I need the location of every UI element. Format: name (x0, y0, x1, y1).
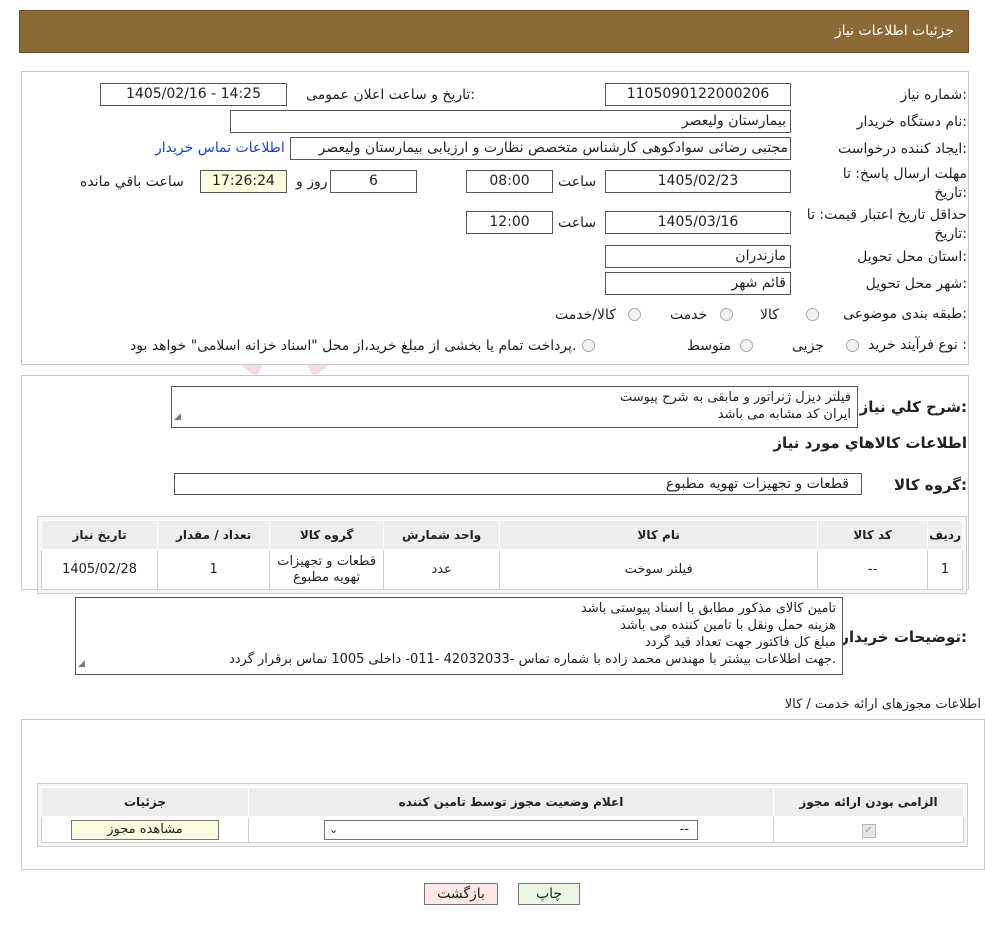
col-unit: واحد شمارش (383, 520, 501, 550)
deadline-date-field: 1405/02/23 (605, 170, 791, 193)
cell-row: 1 (927, 549, 963, 590)
cell-group: قطعات و تجهیزات تهویه مطبوع (269, 549, 385, 590)
goods-table-wrapper: ردیف کد کالا نام کالا واحد شمارش گروه کا… (37, 516, 967, 594)
deadline-label: مهلت ارسال پاسخ: تا تاریخ: (842, 166, 967, 201)
permits-table-wrapper: الزامی بودن ارائه مجوز اعلام وضعیت مجوز … (37, 783, 968, 847)
buyer-notes-textarea[interactable]: تامین کالای مذکور مطابق با اسناد پیوستی … (75, 597, 843, 675)
announce-date-field: 1405/02/16 - 14:25 (100, 83, 287, 106)
cell-name: فیلتر سوخت (499, 549, 819, 590)
process-medium-radio[interactable] (740, 339, 753, 352)
notes-line-1: تامین کالای مذکور مطابق با اسناد پیوستی … (580, 601, 836, 616)
description-label: شرح کلي نياز: (859, 398, 967, 416)
city-field: قائم شهر (605, 272, 791, 295)
permit-status-value: -- (679, 821, 689, 837)
need-number-field: 1105090122000206 (605, 83, 791, 106)
col-row: ردیف (927, 520, 963, 550)
col-permit-details: جزئیات (41, 787, 249, 817)
view-permit-button[interactable]: مشاهده مجوز (71, 819, 219, 840)
province-field: مازندران (605, 245, 791, 268)
creator-field: مجتبی رضائی سوادکوهی کارشناس متخصص نظارت… (290, 137, 791, 160)
buyer-name-field: بیمارستان ولیعصر (230, 110, 791, 133)
process-option-medium[interactable]: متوسط (687, 338, 731, 354)
goods-table-header: ردیف کد کالا نام کالا واحد شمارش گروه کا… (40, 520, 963, 550)
view-permit-label: مشاهده مجوز (107, 821, 183, 837)
city-label: شهر محل تحویل: (865, 276, 967, 292)
buyer-notes-label: توضیحات خریدار: (840, 628, 967, 646)
resize-grip-icon[interactable]: ◢ (78, 656, 85, 673)
process-type-label: نوع فرآیند خرید : (868, 337, 967, 353)
category-option-goods[interactable]: کالا (760, 307, 779, 323)
col-permit-status: اعلام وضعیت مجوز توسط تامین کننده (248, 787, 774, 817)
cell-permit-required: ✓ (773, 816, 964, 843)
need-number-label: شماره نیاز: (900, 87, 967, 103)
process-note-radio[interactable] (582, 339, 595, 352)
required-checkbox[interactable]: ✓ (861, 823, 876, 838)
permits-table: الزامی بودن ارائه مجوز اعلام وضعیت مجوز … (41, 787, 964, 843)
description-textarea[interactable]: فیلتر دیزل ژنراتور و مابقی به شرح پیوست … (171, 386, 858, 428)
deadline-time-field: 08:00 (466, 170, 553, 193)
table-row: ✓ -- ⌄ مشاهده مجوز (41, 816, 964, 843)
col-qty: تعداد / مقدار (157, 520, 271, 550)
remaining-days-field: 6 (330, 170, 417, 193)
print-button[interactable]: چاپ (518, 883, 580, 905)
col-name: نام کالا (499, 520, 819, 550)
validity-time-field: 12:00 (466, 211, 553, 234)
province-label: استان محل تحویل: (857, 249, 967, 265)
category-goods-radio[interactable] (806, 308, 819, 321)
page-title: جزئیات اطلاعات نیاز (834, 23, 954, 39)
buyer-name-label: نام دستگاه خریدار: (856, 114, 967, 130)
col-permit-required: الزامی بودن ارائه مجوز (773, 787, 964, 817)
category-option-service[interactable]: خدمت (670, 307, 707, 323)
notes-line-3: مبلغ کل فاکتور جهت تعداد قید گردد (644, 635, 836, 650)
validity-time-label: ساعت (558, 215, 597, 231)
back-button-label: بازگشت (437, 886, 485, 902)
cell-unit: عدد (383, 549, 501, 590)
cell-code: -- (817, 549, 929, 590)
goods-group-field: قطعات و تجهیزات تهویه مطبوع (174, 473, 862, 495)
process-note: پرداخت تمام یا بخشی از مبلغ خرید،از محل … (130, 338, 577, 354)
announce-date-label: تاریخ و ساعت اعلان عمومی: (306, 87, 475, 103)
notes-line-2: هزینه حمل ونقل با تامین کننده می باشد (620, 618, 836, 633)
col-group: گروه کالا (269, 520, 385, 550)
description-line-1: فیلتر دیزل ژنراتور و مابقی به شرح پیوست (620, 390, 851, 405)
permit-status-select[interactable]: -- ⌄ (324, 819, 698, 840)
back-button[interactable]: بازگشت (424, 883, 498, 905)
col-code: کد کالا (817, 520, 929, 550)
cell-qty: 1 (157, 549, 271, 590)
remaining-time-label: ساعت باقي مانده (80, 174, 184, 190)
goods-table: ردیف کد کالا نام کالا واحد شمارش گروه کا… (40, 520, 963, 590)
validity-label: حداقل تاریخ اعتبار قیمت: تا تاریخ: (806, 207, 967, 242)
days-label: روز و (296, 174, 328, 190)
chevron-down-icon: ⌄ (329, 822, 339, 836)
cell-date: 1405/02/28 (40, 549, 159, 590)
category-goods-service-radio[interactable] (628, 308, 641, 321)
process-option-minor[interactable]: جزیی (792, 338, 824, 354)
process-minor-radio[interactable] (846, 339, 859, 352)
notes-line-4: جهت اطلاعات بیشتر با مهندس محمد زاده با … (228, 652, 836, 667)
print-button-label: چاپ (535, 886, 563, 902)
category-service-radio[interactable] (720, 308, 733, 321)
resize-grip-icon[interactable]: ◢ (174, 409, 181, 426)
buyer-contact-link[interactable]: اطلاعات تماس خریدار (155, 140, 285, 156)
category-label: طبقه بندی موضوعی: (843, 306, 967, 322)
goods-section-title: اطلاعات کالاهاي مورد نياز (773, 434, 967, 452)
cell-permit-details: مشاهده مجوز (41, 816, 249, 843)
description-line-2: ایران کد مشابه می باشد (717, 407, 851, 422)
page-header: جزئیات اطلاعات نیاز (19, 10, 969, 53)
permits-section-title: اطلاعات مجوزهای ارائه خدمت / کالا (784, 697, 981, 712)
validity-date-field: 1405/03/16 (605, 211, 791, 234)
category-option-goods-service[interactable]: کالا/خدمت (555, 307, 616, 323)
cell-permit-status: -- ⌄ (248, 816, 774, 843)
deadline-time-label: ساعت (558, 174, 597, 190)
creator-label: ایجاد کننده درخواست: (838, 141, 967, 157)
remaining-time-field: 17:26:24 (200, 170, 287, 193)
col-date: تاریخ نیاز (40, 520, 159, 550)
table-row: 1 -- فیلتر سوخت عدد قطعات و تجهیزات تهوی… (40, 549, 963, 590)
permits-table-header: الزامی بودن ارائه مجوز اعلام وضعیت مجوز … (41, 787, 964, 817)
goods-group-label: گروه کالا: (894, 476, 967, 494)
